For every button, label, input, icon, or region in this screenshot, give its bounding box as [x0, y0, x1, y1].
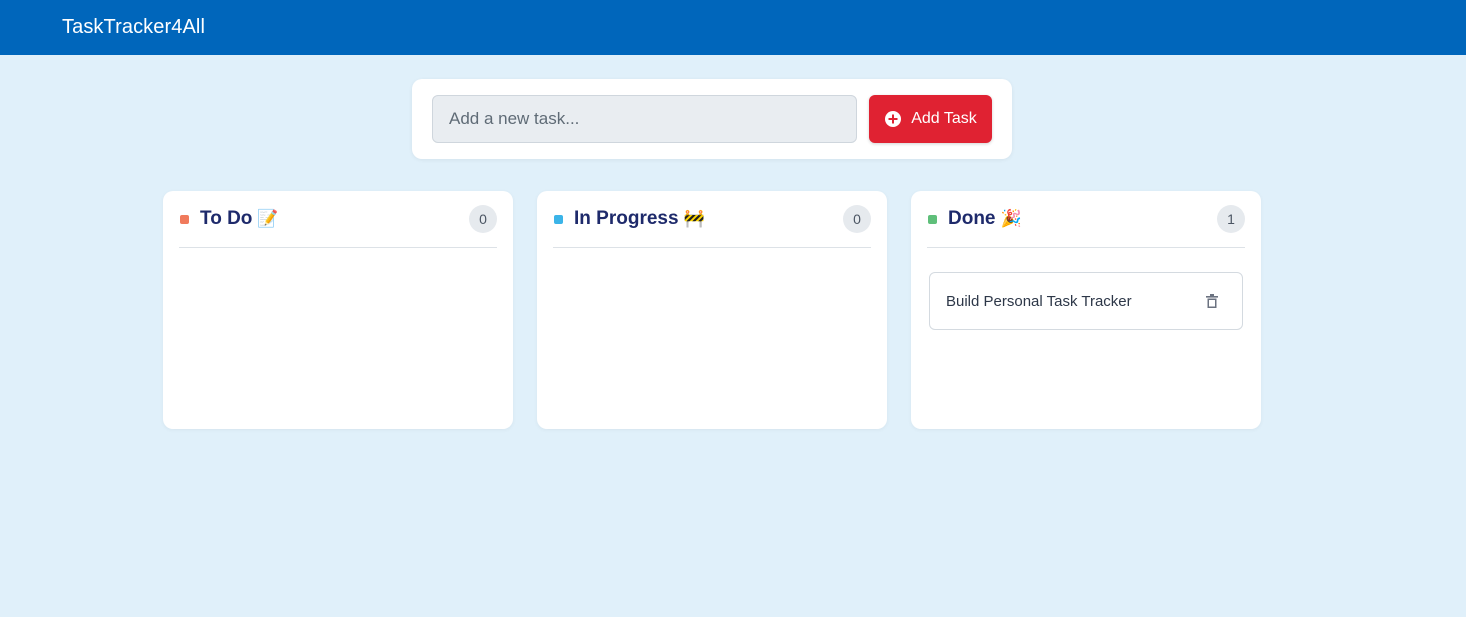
task-card[interactable]: Build Personal Task Tracker	[929, 272, 1243, 330]
column-title: Done	[948, 208, 996, 229]
construction-emoji-icon: 🚧	[683, 209, 705, 229]
column-header: In Progress 🚧 0	[553, 191, 871, 248]
status-dot	[928, 214, 937, 224]
trash-icon[interactable]	[1206, 293, 1218, 309]
column-header: Done 🎉 1	[927, 191, 1245, 248]
add-task-panel: Add Task	[412, 79, 1012, 159]
task-count-badge: 0	[843, 205, 871, 233]
column-todo: To Do 📝 0	[163, 191, 513, 429]
task-count-badge: 0	[469, 205, 497, 233]
column-in-progress: In Progress 🚧 0	[537, 191, 887, 429]
column-header: To Do 📝 0	[179, 191, 497, 248]
add-task-button[interactable]: Add Task	[869, 95, 992, 143]
plus-circle-icon	[884, 110, 902, 128]
top-bar: TaskTracker4All	[0, 0, 1466, 55]
task-count-badge: 1	[1217, 205, 1245, 233]
status-dot	[180, 214, 189, 224]
add-task-button-label: Add Task	[911, 110, 977, 127]
task-text: Build Personal Task Tracker	[946, 292, 1132, 310]
column-done: Done 🎉 1 Build Personal Task Tracker	[911, 191, 1261, 429]
column-title: To Do	[200, 208, 253, 229]
memo-emoji-icon: 📝	[257, 209, 279, 229]
party-popper-emoji-icon: 🎉	[1000, 209, 1022, 229]
app-title: TaskTracker4All	[62, 16, 206, 38]
new-task-input[interactable]	[432, 95, 857, 143]
column-title: In Progress	[574, 208, 679, 229]
status-dot	[554, 214, 563, 224]
